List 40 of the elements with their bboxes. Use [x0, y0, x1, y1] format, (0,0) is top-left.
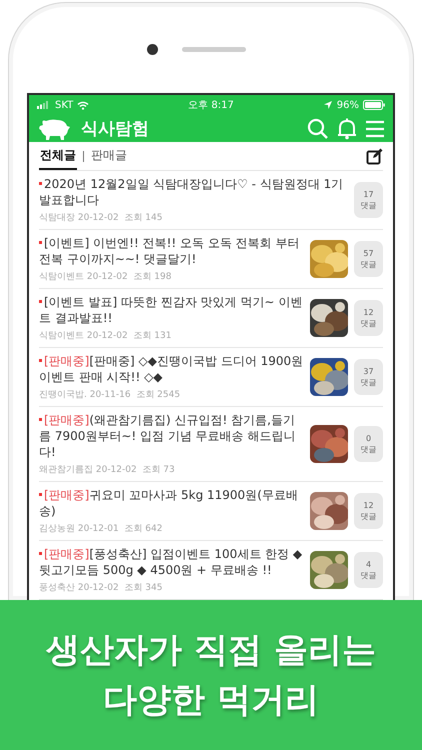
- post-title[interactable]: [이벤트 발표] 따뜻한 찐감자 맛있게 먹기~ 이벤트 결과발표!!: [39, 294, 304, 326]
- comment-count[interactable]: 12 댓글: [354, 300, 383, 336]
- post-title[interactable]: [판매중][판매중] ◇◆진땡이국밥 드디어 1900원 이벤트 판매 시작!! ◇◆: [39, 353, 304, 385]
- post-title[interactable]: 2020년 12월2일일 식탐대장입니다♡ - 식탐원정대 1기 발표합니다: [39, 176, 348, 208]
- status-time: 오후 8:17: [188, 99, 234, 112]
- post-meta: 식탐대장 20-12-02 조회 145: [39, 212, 164, 224]
- comment-count[interactable]: 57 댓글: [354, 241, 383, 277]
- post-meta: 식탐이벤트 20-12-02 조회 131: [39, 330, 172, 342]
- battery-percent: 96%: [336, 100, 359, 110]
- post-meta: 풍성축산 20-12-02 조회 345: [39, 582, 164, 594]
- comment-count[interactable]: 4 댓글: [354, 552, 383, 588]
- camera-icon: [147, 44, 158, 55]
- battery-icon: [362, 100, 385, 110]
- post-title[interactable]: [판매중](왜관참기름집) 신규입점! 참기름,들기름 7900원부터~! 입점 기념 무료배송 해드립니다!: [39, 412, 304, 460]
- search-icon[interactable]: [307, 118, 329, 140]
- post-meta: 김상농원 20-12-01 조회 642: [39, 523, 164, 535]
- post-meta: 진땡이국밥. 20-11-16 조회 2545: [39, 389, 182, 401]
- tab[interactable]: 판매글: [90, 142, 128, 170]
- carrier-label: SKT: [55, 100, 74, 110]
- signal-icon: [37, 101, 51, 109]
- speaker-icon: [182, 47, 246, 52]
- location-icon: [322, 100, 333, 110]
- comment-count[interactable]: 12 댓글: [354, 493, 383, 529]
- wifi-icon: [77, 100, 90, 110]
- comment-count[interactable]: 37 댓글: [354, 359, 383, 395]
- pig-logo-icon: [37, 116, 71, 140]
- menu-icon[interactable]: [365, 118, 385, 138]
- bell-icon[interactable]: [337, 118, 357, 140]
- post-title[interactable]: [판매중][풍성축산] 입점이벤트 100세트 한정 ◆ 뒷고기모듬 500g ◆ 4500원 + 무료배송 !!: [39, 546, 304, 578]
- post-title[interactable]: [판매중]귀요미 꼬마사과 5kg 11900원(무료배송): [39, 487, 304, 519]
- post-title[interactable]: [이벤트] 이번엔!! 전복!! 오독 오독 전복회 부터 전복 구이까지~~! 댓글달기!: [39, 235, 304, 267]
- tab[interactable]: 전체글: [39, 142, 77, 170]
- banner-text: 다양한 먹거리: [103, 679, 319, 722]
- banner-text: 생산자가 직접 올리는: [46, 629, 376, 672]
- post-meta: 식탐이벤트 20-12-02 조회 198: [39, 271, 172, 283]
- post-meta: 왜관참기름집 20-12-02 조회 73: [39, 464, 176, 476]
- app-title: 식사탐험: [81, 118, 149, 140]
- comment-count[interactable]: 17 댓글: [354, 182, 383, 218]
- comment-count[interactable]: 0 댓글: [354, 426, 383, 462]
- edit-icon[interactable]: [366, 148, 383, 164]
